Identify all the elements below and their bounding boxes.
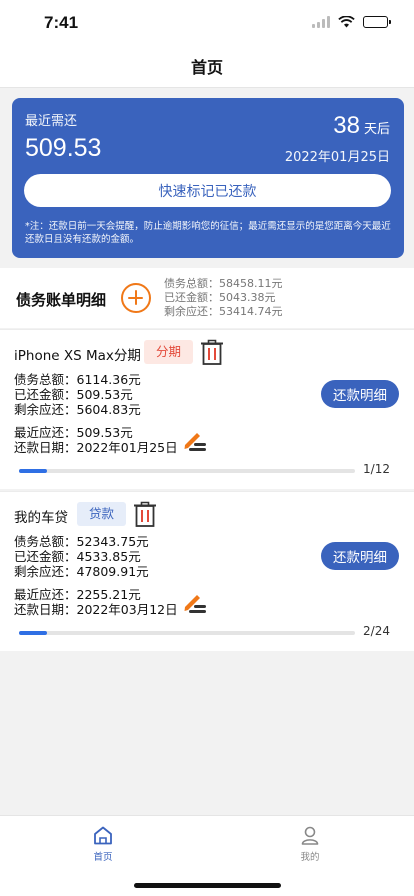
recent-due-card: 最近需还 509.53 38 天后 2022年01月25日 快速标记已还款 *注：… bbox=[12, 98, 404, 258]
section-title: 债务账单明细 bbox=[16, 291, 107, 309]
summary-note: *注：还款日前一天会提醒，防止逾期影响您的征信；最近需还显示的是您距离今天最近还… bbox=[25, 221, 391, 245]
debt-recent: 最近应还：2255.21元 还款日期：2022年03月12日 bbox=[14, 587, 178, 617]
days-count: 38 bbox=[333, 112, 360, 139]
remaining-stat: 剩余应还：53414.74元 bbox=[164, 305, 283, 318]
tab-home[interactable]: 首页 bbox=[73, 826, 133, 863]
progress-count: 1/12 bbox=[363, 462, 390, 476]
user-icon bbox=[301, 826, 319, 845]
total-debt-stat: 债务总额：58458.11元 bbox=[164, 277, 283, 290]
debt-remaining: 剩余应还：47809.91元 bbox=[14, 564, 149, 579]
home-indicator bbox=[134, 883, 281, 888]
debt-total: 债务总额：52343.75元 bbox=[14, 534, 149, 549]
debt-due-date: 还款日期：2022年01月25日 bbox=[14, 440, 178, 455]
debt-recent-amount: 最近应还：509.53元 bbox=[14, 425, 133, 440]
debt-name: iPhone XS Max分期 bbox=[14, 348, 141, 364]
debt-recent-amount: 最近应还：2255.21元 bbox=[14, 587, 141, 602]
recent-due-label: 最近需还 bbox=[25, 114, 78, 129]
tab-home-label: 首页 bbox=[93, 852, 113, 863]
cellular-signal-icon bbox=[312, 16, 330, 28]
battery-icon bbox=[363, 16, 391, 28]
repayment-detail-button[interactable]: 还款明细 bbox=[321, 542, 399, 570]
progress-count: 2/24 bbox=[363, 624, 390, 638]
debt-name: 我的车贷 bbox=[14, 510, 68, 526]
debt-type-tag: 贷款 bbox=[77, 502, 127, 526]
debt-amounts: 债务总额：52343.75元 已还金额：4533.85元 剩余应还：47809.… bbox=[14, 534, 149, 579]
add-debt-button[interactable] bbox=[121, 283, 151, 313]
debt-card: iPhone XS Max分期 分期 债务总额：6114.36元 已还金额：50… bbox=[0, 329, 414, 489]
status-icons bbox=[312, 16, 391, 28]
trash-icon[interactable] bbox=[200, 339, 224, 365]
paid-stat: 已还金额：5043.38元 bbox=[164, 291, 276, 304]
trash-icon[interactable] bbox=[133, 501, 157, 527]
debt-paid: 已还金额：509.53元 bbox=[14, 387, 133, 402]
wifi-icon bbox=[338, 16, 355, 28]
due-date: 2022年01月25日 bbox=[284, 150, 390, 165]
debt-paid: 已还金额：4533.85元 bbox=[14, 549, 141, 564]
recent-due-amount: 509.53 bbox=[25, 134, 102, 162]
repayment-progress-bar bbox=[19, 631, 355, 635]
debt-remaining: 剩余应还：5604.83元 bbox=[14, 402, 141, 417]
tab-me[interactable]: 我的 bbox=[280, 826, 340, 863]
home-icon bbox=[94, 826, 112, 845]
progress-fill bbox=[19, 469, 47, 473]
debt-card: 我的车贷 贷款 债务总额：52343.75元 已还金额：4533.85元 剩余应… bbox=[0, 491, 414, 651]
status-time: 7:41 bbox=[44, 13, 79, 32]
tab-me-label: 我的 bbox=[300, 852, 320, 863]
debt-recent: 最近应还：509.53元 还款日期：2022年01月25日 bbox=[14, 425, 178, 455]
repayment-progress-bar bbox=[19, 469, 355, 473]
days-until-due: 38 天后 bbox=[333, 112, 390, 140]
edit-icon[interactable] bbox=[183, 593, 207, 615]
summary-stats: 债务总额：58458.11元 已还金额：5043.38元 剩余应还：53414.… bbox=[164, 277, 283, 319]
debt-type-tag: 分期 bbox=[144, 340, 194, 364]
repayment-detail-button[interactable]: 还款明细 bbox=[321, 380, 399, 408]
nav-title: 首页 bbox=[0, 48, 414, 88]
days-unit: 天后 bbox=[363, 122, 390, 137]
debt-amounts: 债务总额：6114.36元 已还金额：509.53元 剩余应还：5604.83元 bbox=[14, 372, 141, 417]
edit-icon[interactable] bbox=[183, 431, 207, 453]
debt-due-date: 还款日期：2022年03月12日 bbox=[14, 602, 178, 617]
status-bar: 7:41 bbox=[0, 0, 414, 48]
quick-mark-paid-button[interactable]: 快速标记已还款 bbox=[24, 174, 391, 207]
debt-detail-header: 债务账单明细 债务总额：58458.11元 已还金额：5043.38元 剩余应还… bbox=[0, 268, 414, 328]
progress-fill bbox=[19, 631, 47, 635]
debt-total: 债务总额：6114.36元 bbox=[14, 372, 141, 387]
